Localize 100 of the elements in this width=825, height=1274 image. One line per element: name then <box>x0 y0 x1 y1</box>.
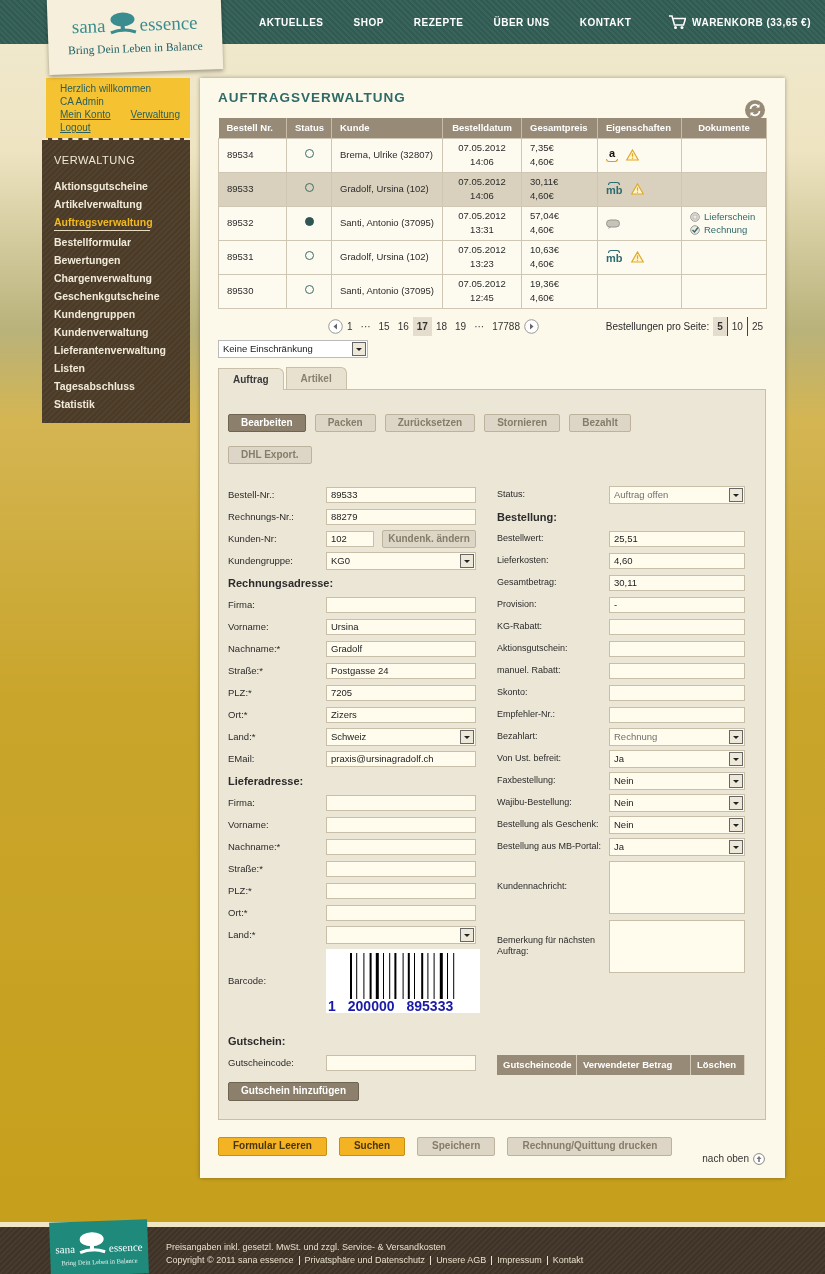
input-field[interactable] <box>609 640 745 657</box>
sidebar-item[interactable]: Lieferantenverwaltung <box>54 340 190 359</box>
footer-link[interactable]: Impressum <box>497 1255 542 1265</box>
filter-select[interactable]: Keine Einschränkung <box>218 339 368 358</box>
account-link[interactable]: Logout <box>60 121 91 134</box>
document-link[interactable]: Lieferschein <box>704 210 756 224</box>
field-label: Skonto: <box>497 686 529 699</box>
input-field[interactable]: praxis@ursinagradolf.ch <box>326 750 476 767</box>
footer-link[interactable]: Privatsphäre und Datenschutz <box>304 1255 426 1265</box>
input-field[interactable]: Postgasse 24 <box>326 662 476 679</box>
field-label: Von Ust. befreit: <box>497 752 563 765</box>
price-shipping: 4,60€ <box>530 155 555 170</box>
input-field[interactable] <box>609 662 745 679</box>
nav-link[interactable]: SHOP <box>338 14 399 30</box>
next-page-icon[interactable] <box>524 318 539 334</box>
input-field[interactable] <box>326 794 476 811</box>
input-field[interactable]: Ursina <box>326 618 476 635</box>
input-field[interactable]: 102 <box>326 530 374 547</box>
sidebar-item[interactable]: Artikelverwaltung <box>54 194 190 213</box>
sidebar-item[interactable]: Listen <box>54 358 190 377</box>
input-field[interactable]: 25,51 <box>609 530 745 547</box>
page-link[interactable]: 16 <box>393 316 413 336</box>
per-page-option[interactable]: 5 <box>713 316 727 336</box>
select-field[interactable]: KG0 <box>326 551 476 570</box>
action-button[interactable]: Bearbeiten <box>228 413 306 432</box>
tab[interactable]: Auftrag <box>218 367 284 390</box>
back-to-top-link[interactable]: nach oben <box>702 1151 765 1166</box>
field-label: Faxbestellung: <box>497 774 557 787</box>
input-field[interactable]: Zizers <box>326 706 476 723</box>
warning-icon <box>626 149 639 162</box>
sidebar-item[interactable]: Chargenverwaltung <box>54 268 190 287</box>
input-field[interactable] <box>326 1054 476 1071</box>
input-field[interactable] <box>326 816 476 833</box>
account-link[interactable]: Mein Konto <box>60 108 111 121</box>
sidebar-item[interactable]: Bewertungen <box>54 250 190 269</box>
input-field[interactable] <box>326 904 476 921</box>
field-label: Bestellwert: <box>497 532 545 545</box>
nav-link[interactable]: AKTUELLES <box>244 14 339 30</box>
page-link[interactable]: 18 <box>431 316 452 336</box>
input-field[interactable] <box>609 684 745 701</box>
per-page-option[interactable]: 25 <box>746 316 767 336</box>
nav-link[interactable]: ÜBER UNS <box>478 14 565 30</box>
input-field[interactable] <box>609 706 745 723</box>
select-field[interactable]: Nein <box>609 793 745 812</box>
sidebar-item[interactable]: Bestellformular <box>54 232 190 251</box>
field-label: Bemerkung für nächsten Auftrag: <box>497 934 597 958</box>
page-link[interactable]: 19 <box>451 316 471 336</box>
checked-icon[interactable] <box>690 224 700 235</box>
input-field[interactable]: 30,11 <box>609 574 745 591</box>
select-field[interactable]: Nein <box>609 815 745 834</box>
page-link[interactable]: ··· <box>356 316 375 336</box>
sidebar-item[interactable]: Geschenkgutscheine <box>54 286 190 305</box>
input-field[interactable]: 4,60 <box>609 552 745 569</box>
input-field[interactable] <box>326 882 476 899</box>
logo-card[interactable]: sana essence Bring Dein Leben in Balance <box>46 0 224 75</box>
sidebar-item[interactable]: Tagesabschluss <box>54 376 190 395</box>
input-field[interactable]: 7205 <box>326 684 476 701</box>
price-note: Preisangaben inkl. gesetzl. MwSt. und zzgl. Service- & Versandkosten <box>166 1241 447 1254</box>
select-field[interactable]: Nein <box>609 771 745 790</box>
page-link[interactable]: 17788 <box>488 316 524 336</box>
warning-icon <box>630 183 644 196</box>
document-link[interactable]: Rechnung <box>704 223 748 237</box>
select-field[interactable]: Ja <box>609 749 745 768</box>
nav-link[interactable]: KONTAKT <box>564 14 647 30</box>
cart-label: WARENKORB (33,65 €) <box>692 15 811 30</box>
sidebar-item[interactable]: Aktionsgutscheine <box>54 176 190 195</box>
select-field[interactable] <box>326 925 476 944</box>
account-link[interactable]: Verwaltung <box>130 108 180 121</box>
page-link[interactable]: 17 <box>412 316 432 336</box>
sidebar-item[interactable]: Auftragsverwaltung <box>54 212 150 231</box>
footer-link[interactable]: Unsere AGB <box>436 1255 487 1265</box>
input-field[interactable] <box>326 838 476 855</box>
refresh-icon[interactable] <box>745 100 765 120</box>
footer-link[interactable]: Kontakt <box>552 1255 584 1265</box>
per-page-option[interactable]: 10 <box>726 316 747 336</box>
text-area[interactable] <box>609 860 745 914</box>
form-button[interactable]: Suchen <box>338 1136 406 1156</box>
input-field[interactable] <box>326 596 476 613</box>
cart-link[interactable]: WARENKORB (33,65 €) <box>668 0 811 44</box>
select-field[interactable]: Schweiz <box>326 727 476 746</box>
text-area[interactable] <box>609 919 745 973</box>
add-voucher-button[interactable]: Gutschein hinzufügen <box>228 1081 359 1101</box>
field-label: KG-Rabatt: <box>497 620 544 633</box>
input-field[interactable] <box>609 618 745 635</box>
form-button[interactable]: Formular Leeren <box>218 1136 327 1156</box>
input-field[interactable]: - <box>609 596 745 613</box>
sidebar-item[interactable]: Kundenverwaltung <box>54 322 190 341</box>
page-link[interactable]: ··· <box>470 316 489 336</box>
nav-link[interactable]: REZEPTE <box>398 14 479 30</box>
select-field[interactable]: Ja <box>609 837 745 856</box>
input-field[interactable]: Gradolf <box>326 640 476 657</box>
page-link[interactable]: 1 <box>343 316 357 336</box>
unchecked-icon[interactable] <box>690 211 700 222</box>
input-field[interactable]: 89533 <box>326 486 476 503</box>
previous-page-icon[interactable] <box>328 318 343 334</box>
page-link[interactable]: 15 <box>374 316 394 336</box>
sidebar-item[interactable]: Kundengruppen <box>54 304 190 323</box>
sidebar-item[interactable]: Statistik <box>54 394 190 413</box>
input-field[interactable]: 88279 <box>326 508 476 525</box>
input-field[interactable] <box>326 860 476 877</box>
